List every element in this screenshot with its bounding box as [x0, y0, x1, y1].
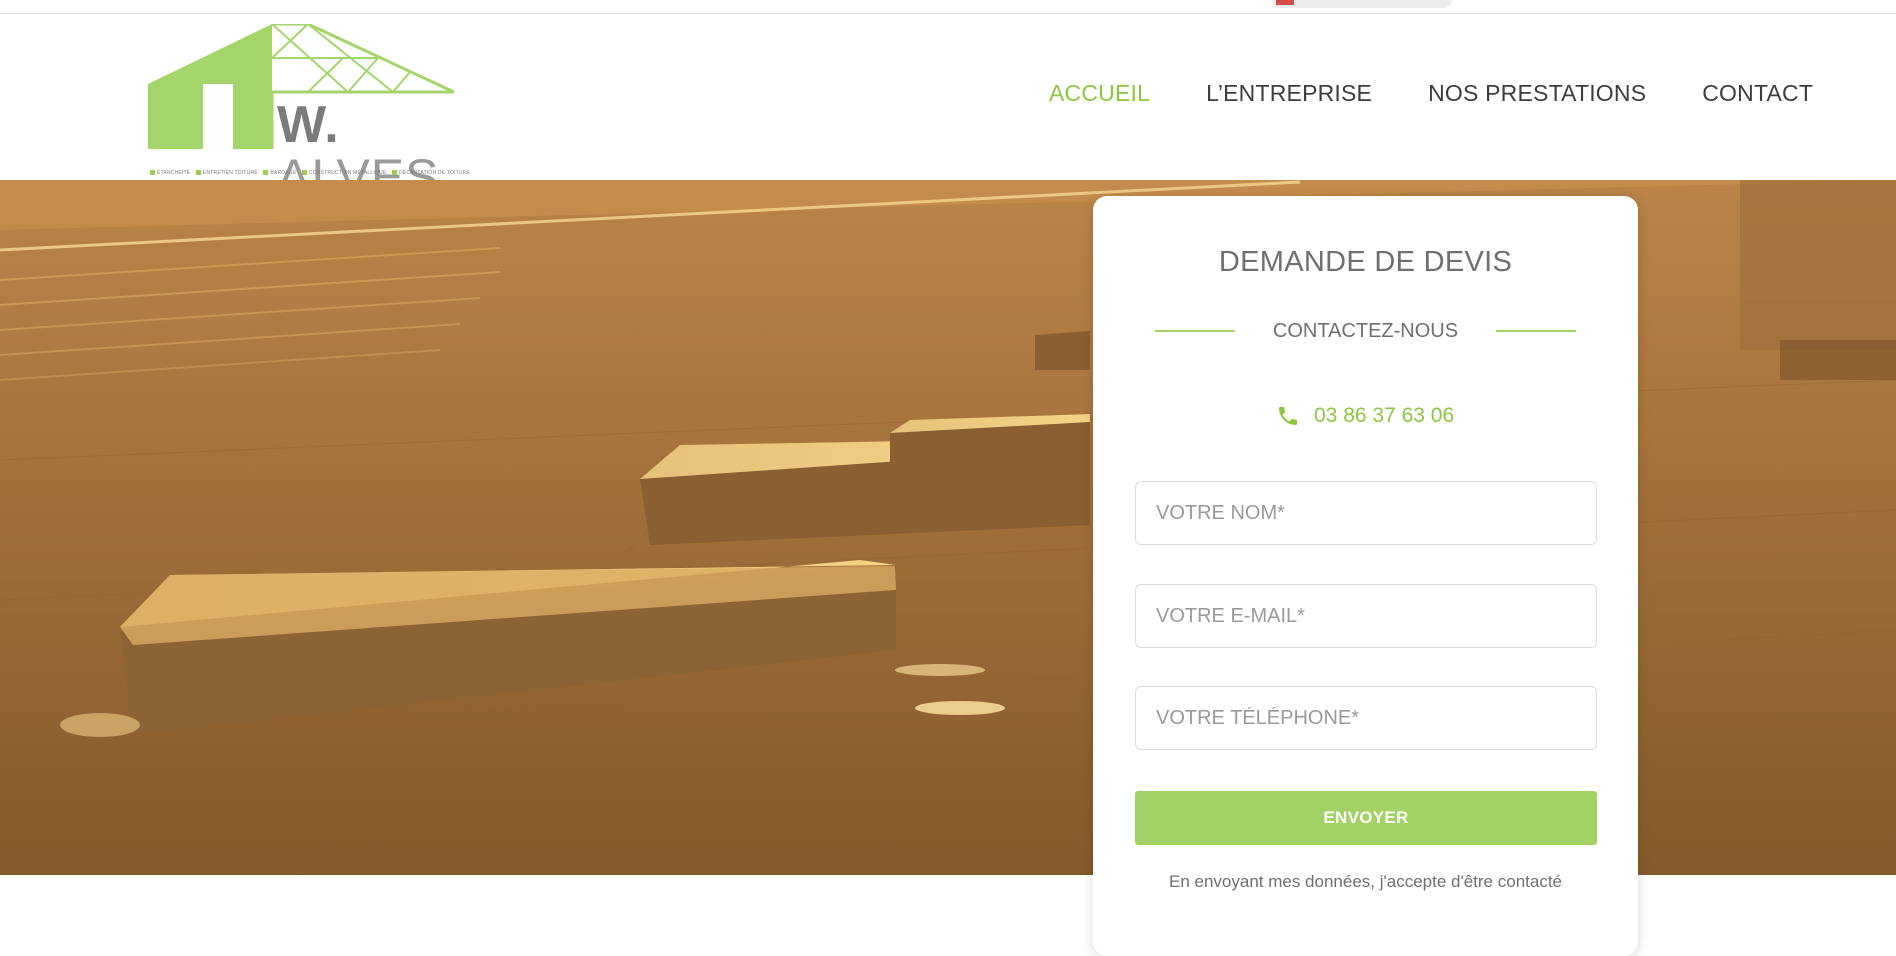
quote-request-form: DEMANDE DE DEVIS CONTACTEZ-NOUS 03 86 37…: [1093, 196, 1638, 956]
brand-tagline: ÉTANCHÉITÉ ENTRETIEN TOITURE BARDAGE CON…: [150, 170, 470, 176]
form-title: DEMANDE DE DEVIS: [1218, 246, 1513, 278]
submit-button[interactable]: ENVOYER: [1135, 791, 1597, 845]
brand-logo[interactable]: W. ALVES ÉTANCHÉITÉ ENTRETIEN TOITURE BA…: [148, 24, 470, 203]
nav-item-prestations[interactable]: NOS PRESTATIONS: [1428, 80, 1646, 110]
site-header: W. ALVES ÉTANCHÉITÉ ENTRETIEN TOITURE BA…: [0, 14, 1896, 203]
telephone-field[interactable]: [1135, 686, 1597, 750]
top-utility-bar: [0, 0, 1896, 14]
phone-contact[interactable]: 03 86 37 63 06: [1276, 402, 1454, 430]
divider-right: [1496, 330, 1576, 332]
name-field[interactable]: [1135, 481, 1597, 545]
main-nav: ACCUEIL L’ENTREPRISE NOS PRESTATIONS CON…: [1049, 80, 1813, 110]
top-search-pill[interactable]: [1272, 0, 1452, 8]
email-field[interactable]: [1135, 584, 1597, 648]
tagline-item: ENTRETIEN TOITURE: [196, 170, 258, 176]
consent-text: En envoyant mes données, j'accepte d'êtr…: [1168, 872, 1563, 891]
tagline-item: CONSTRUCTION MÉTALLIQUE: [302, 170, 387, 176]
brand-initial: W.: [277, 96, 340, 154]
tagline-item: DÉCANTATION DE TOITURE: [392, 170, 470, 176]
tagline-item: ÉTANCHÉITÉ: [150, 170, 190, 176]
nav-item-entreprise[interactable]: L’ENTREPRISE: [1206, 80, 1372, 110]
tagline-item: BARDAGE: [263, 170, 296, 176]
phone-icon: [1279, 407, 1297, 425]
language-flag-icon[interactable]: [1276, 0, 1294, 5]
nav-item-accueil[interactable]: ACCUEIL: [1049, 80, 1150, 110]
phone-number: 03 86 37 63 06: [1314, 404, 1455, 427]
nav-item-contact[interactable]: CONTACT: [1702, 80, 1813, 110]
